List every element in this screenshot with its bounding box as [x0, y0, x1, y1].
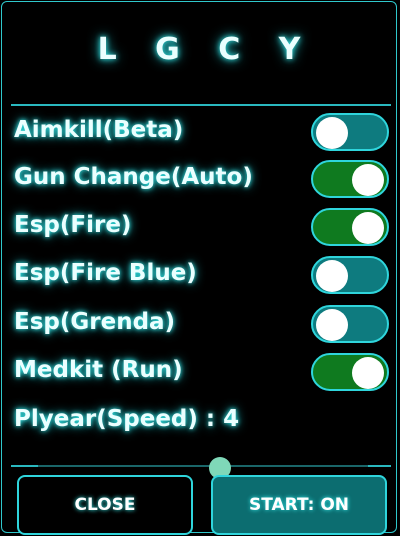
toggle-knob	[316, 117, 348, 149]
mod-menu-panel: L G C Y Aimkill(Beta) Gun Change(Auto) E…	[1, 1, 397, 535]
menu-title: L G C Y	[97, 32, 315, 67]
esp-fire-blue-toggle[interactable]	[311, 256, 389, 294]
toggle-knob	[316, 309, 348, 341]
toggle-knob	[352, 212, 384, 244]
speed-label: Plyear(Speed) : 4	[14, 406, 240, 432]
option-row-medkit: Medkit (Run)	[2, 353, 396, 397]
aimkill-toggle[interactable]	[311, 113, 389, 151]
start-button[interactable]: START: ON	[211, 475, 387, 535]
speed-slider-track[interactable]	[38, 465, 368, 467]
gun-change-toggle[interactable]	[311, 160, 389, 198]
option-label: Esp(Fire)	[14, 212, 132, 238]
option-label: Gun Change(Auto)	[14, 164, 253, 190]
toggle-knob	[352, 357, 384, 389]
option-label: Esp(Fire Blue)	[14, 260, 197, 286]
option-row-esp-grenda: Esp(Grenda)	[2, 305, 396, 349]
option-row-esp-fire-blue: Esp(Fire Blue)	[2, 256, 396, 300]
option-label: Medkit (Run)	[14, 357, 183, 383]
top-divider	[11, 104, 391, 106]
option-row-esp-fire: Esp(Fire)	[2, 208, 396, 252]
option-label: Aimkill(Beta)	[14, 117, 184, 143]
medkit-toggle[interactable]	[311, 353, 389, 391]
option-label: Esp(Grenda)	[14, 309, 176, 335]
toggle-knob	[316, 260, 348, 292]
esp-grenda-toggle[interactable]	[311, 305, 389, 343]
option-row-gun-change: Gun Change(Auto)	[2, 160, 396, 204]
esp-fire-toggle[interactable]	[311, 208, 389, 246]
close-button[interactable]: CLOSE	[17, 475, 193, 535]
toggle-knob	[352, 164, 384, 196]
option-row-aimkill: Aimkill(Beta)	[2, 113, 396, 157]
